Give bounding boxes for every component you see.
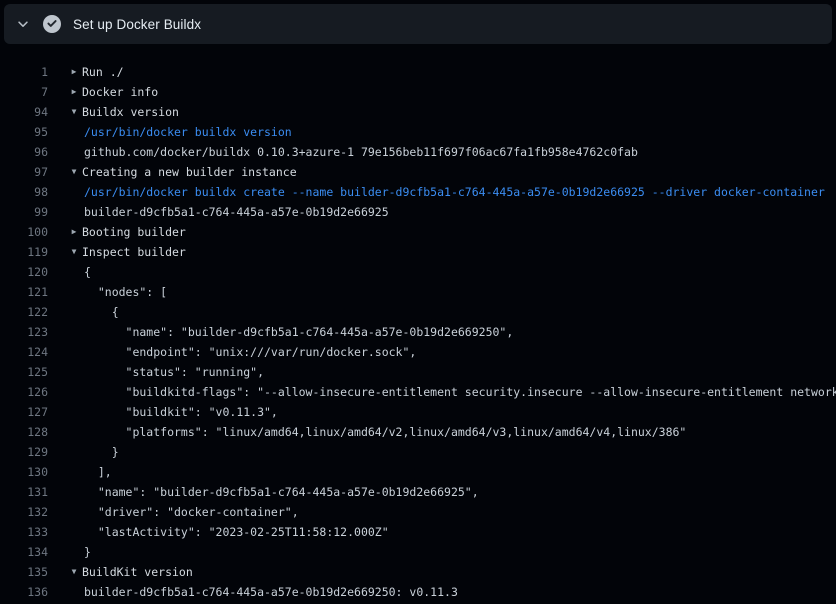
line-number[interactable]: 97: [0, 162, 48, 182]
log-text: github.com/docker/buildx 0.10.3+azure-1 …: [84, 142, 638, 162]
log-text: "status": "running",: [84, 362, 264, 382]
log-line: 122 {: [0, 302, 836, 322]
line-number[interactable]: 95: [0, 122, 48, 142]
expand-triangle-icon[interactable]: ▶: [68, 82, 80, 102]
log-line: 132 "driver": "docker-container",: [0, 502, 836, 522]
log-text: "name": "builder-d9cfb5a1-c764-445a-a57e…: [84, 482, 479, 502]
expand-triangle-icon[interactable]: ▶: [68, 222, 80, 242]
line-number[interactable]: 132: [0, 502, 48, 522]
log-text: /usr/bin/docker buildx version: [84, 122, 292, 142]
collapse-triangle-icon[interactable]: ▼: [68, 162, 80, 182]
log-line: 95/usr/bin/docker buildx version: [0, 122, 836, 142]
line-number[interactable]: 126: [0, 382, 48, 402]
log-line: 134}: [0, 542, 836, 562]
line-number[interactable]: 124: [0, 342, 48, 362]
log-container: 1▶Run ./7▶Docker info94▼Buildx version95…: [0, 62, 836, 602]
line-number[interactable]: 99: [0, 202, 48, 222]
log-line: 124 "endpoint": "unix:///var/run/docker.…: [0, 342, 836, 362]
log-text: "driver": "docker-container",: [84, 502, 299, 522]
log-line: 127 "buildkit": "v0.11.3",: [0, 402, 836, 422]
log-line: 136 builder-d9cfb5a1-c764-445a-a57e-0b19d…: [0, 582, 836, 602]
log-line: 133 "lastActivity": "2023-02-25T11:58:12…: [0, 522, 836, 542]
log-line[interactable]: 1 ▶Run ./: [0, 62, 836, 82]
log-line: 128 "platforms": "linux/amd64,linux/amd6…: [0, 422, 836, 442]
log-text: ],: [84, 462, 112, 482]
line-number[interactable]: 120: [0, 262, 48, 282]
line-number[interactable]: 122: [0, 302, 48, 322]
log-line[interactable]: 119 ▼Inspect builder: [0, 242, 836, 262]
log-text: /usr/bin/docker buildx create --name bui…: [84, 182, 825, 202]
log-text: "buildkit": "v0.11.3",: [84, 402, 278, 422]
log-line: 130 ],: [0, 462, 836, 482]
line-number[interactable]: 94: [0, 102, 48, 122]
log-line: 123 "name": "builder-d9cfb5a1-c764-445a-…: [0, 322, 836, 342]
line-number[interactable]: 129: [0, 442, 48, 462]
log-line[interactable]: 100 ▶Booting builder: [0, 222, 836, 242]
log-text: Run ./: [82, 62, 124, 82]
collapse-triangle-icon[interactable]: ▼: [68, 242, 80, 262]
log-line[interactable]: 7 ▶Docker info: [0, 82, 836, 102]
step-title: Set up Docker Buildx: [73, 17, 201, 32]
log-text: builder-d9cfb5a1-c764-445a-a57e-0b19d2e6…: [84, 202, 389, 222]
check-circle-icon: [43, 15, 61, 33]
line-number[interactable]: 136: [0, 582, 48, 602]
log-text: Booting builder: [82, 222, 186, 242]
log-line: 126 "buildkitd-flags": "--allow-insecure…: [0, 382, 836, 402]
collapse-triangle-icon[interactable]: ▼: [68, 102, 80, 122]
log-text: "endpoint": "unix:///var/run/docker.sock…: [84, 342, 416, 362]
line-number[interactable]: 121: [0, 282, 48, 302]
line-number[interactable]: 131: [0, 482, 48, 502]
log-text: builder-d9cfb5a1-c764-445a-a57e-0b19d2e6…: [84, 582, 458, 602]
line-number[interactable]: 135: [0, 562, 48, 582]
log-text: BuildKit version: [82, 562, 193, 582]
log-line: 125 "status": "running",: [0, 362, 836, 382]
line-number[interactable]: 127: [0, 402, 48, 422]
log-text: {: [84, 302, 119, 322]
expand-triangle-icon[interactable]: ▶: [68, 62, 80, 82]
step-header[interactable]: Set up Docker Buildx: [4, 4, 832, 44]
line-number[interactable]: 130: [0, 462, 48, 482]
log-line[interactable]: 135 ▼BuildKit version: [0, 562, 836, 582]
log-text: {: [84, 262, 91, 282]
line-number[interactable]: 133: [0, 522, 48, 542]
collapse-triangle-icon[interactable]: ▼: [68, 562, 80, 582]
log-text: Buildx version: [82, 102, 179, 122]
log-line[interactable]: 94 ▼Buildx version: [0, 102, 836, 122]
line-number[interactable]: 98: [0, 182, 48, 202]
log-line: 99 builder-d9cfb5a1-c764-445a-a57e-0b19d2…: [0, 202, 836, 222]
chevron-down-icon[interactable]: [16, 17, 30, 31]
line-number[interactable]: 119: [0, 242, 48, 262]
line-number[interactable]: 134: [0, 542, 48, 562]
log-text: "platforms": "linux/amd64,linux/amd64/v2…: [84, 422, 686, 442]
log-text: "buildkitd-flags": "--allow-insecure-ent…: [84, 382, 836, 402]
log-line: 96 github.com/docker/buildx 0.10.3+azure-…: [0, 142, 836, 162]
line-number[interactable]: 125: [0, 362, 48, 382]
log-line[interactable]: 97 ▼Creating a new builder instance: [0, 162, 836, 182]
log-line: 98/usr/bin/docker buildx create --name b…: [0, 182, 836, 202]
line-number[interactable]: 128: [0, 422, 48, 442]
log-line: 120 {: [0, 262, 836, 282]
log-text: Docker info: [82, 82, 158, 102]
log-text: Creating a new builder instance: [82, 162, 297, 182]
line-number[interactable]: 96: [0, 142, 48, 162]
line-number[interactable]: 7: [0, 82, 48, 102]
log-line: 121 "nodes": [: [0, 282, 836, 302]
line-number[interactable]: 1: [0, 62, 48, 82]
log-text: "nodes": [: [84, 282, 167, 302]
log-text: }: [84, 442, 119, 462]
log-line: 129 }: [0, 442, 836, 462]
log-text: "name": "builder-d9cfb5a1-c764-445a-a57e…: [84, 322, 513, 342]
log-line: 131 "name": "builder-d9cfb5a1-c764-445a-…: [0, 482, 836, 502]
log-text: }: [84, 542, 91, 562]
line-number[interactable]: 100: [0, 222, 48, 242]
line-number[interactable]: 123: [0, 322, 48, 342]
log-text: Inspect builder: [82, 242, 186, 262]
log-text: "lastActivity": "2023-02-25T11:58:12.000…: [84, 522, 389, 542]
